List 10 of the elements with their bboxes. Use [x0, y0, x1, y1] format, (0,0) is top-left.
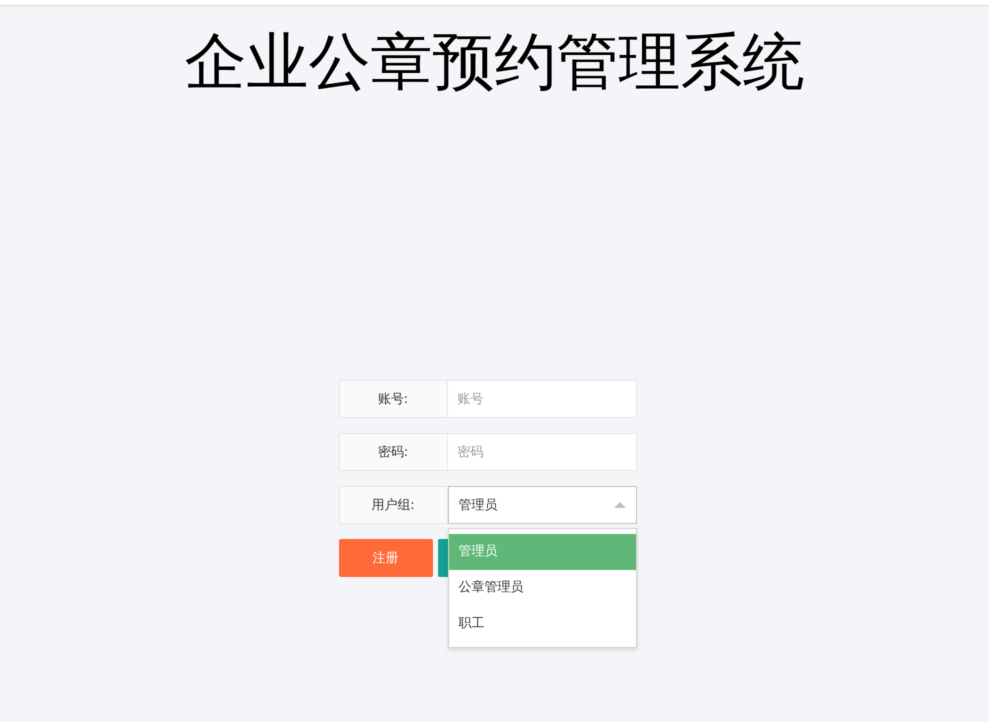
dropdown-option[interactable]: 公章管理员	[448, 570, 636, 606]
field-label: 用户组:	[338, 486, 448, 524]
field-label: 账号:	[338, 380, 448, 418]
select-field[interactable]: 管理员	[448, 486, 636, 524]
input-field[interactable]: 账号	[448, 380, 636, 418]
dropdown-option[interactable]: 职工	[448, 606, 636, 642]
field-label: 密码:	[338, 433, 448, 471]
page-title: 企业公章预约管理系统	[184, 24, 804, 100]
caret-icon	[614, 502, 626, 508]
input-field[interactable]: 密码	[448, 433, 636, 471]
